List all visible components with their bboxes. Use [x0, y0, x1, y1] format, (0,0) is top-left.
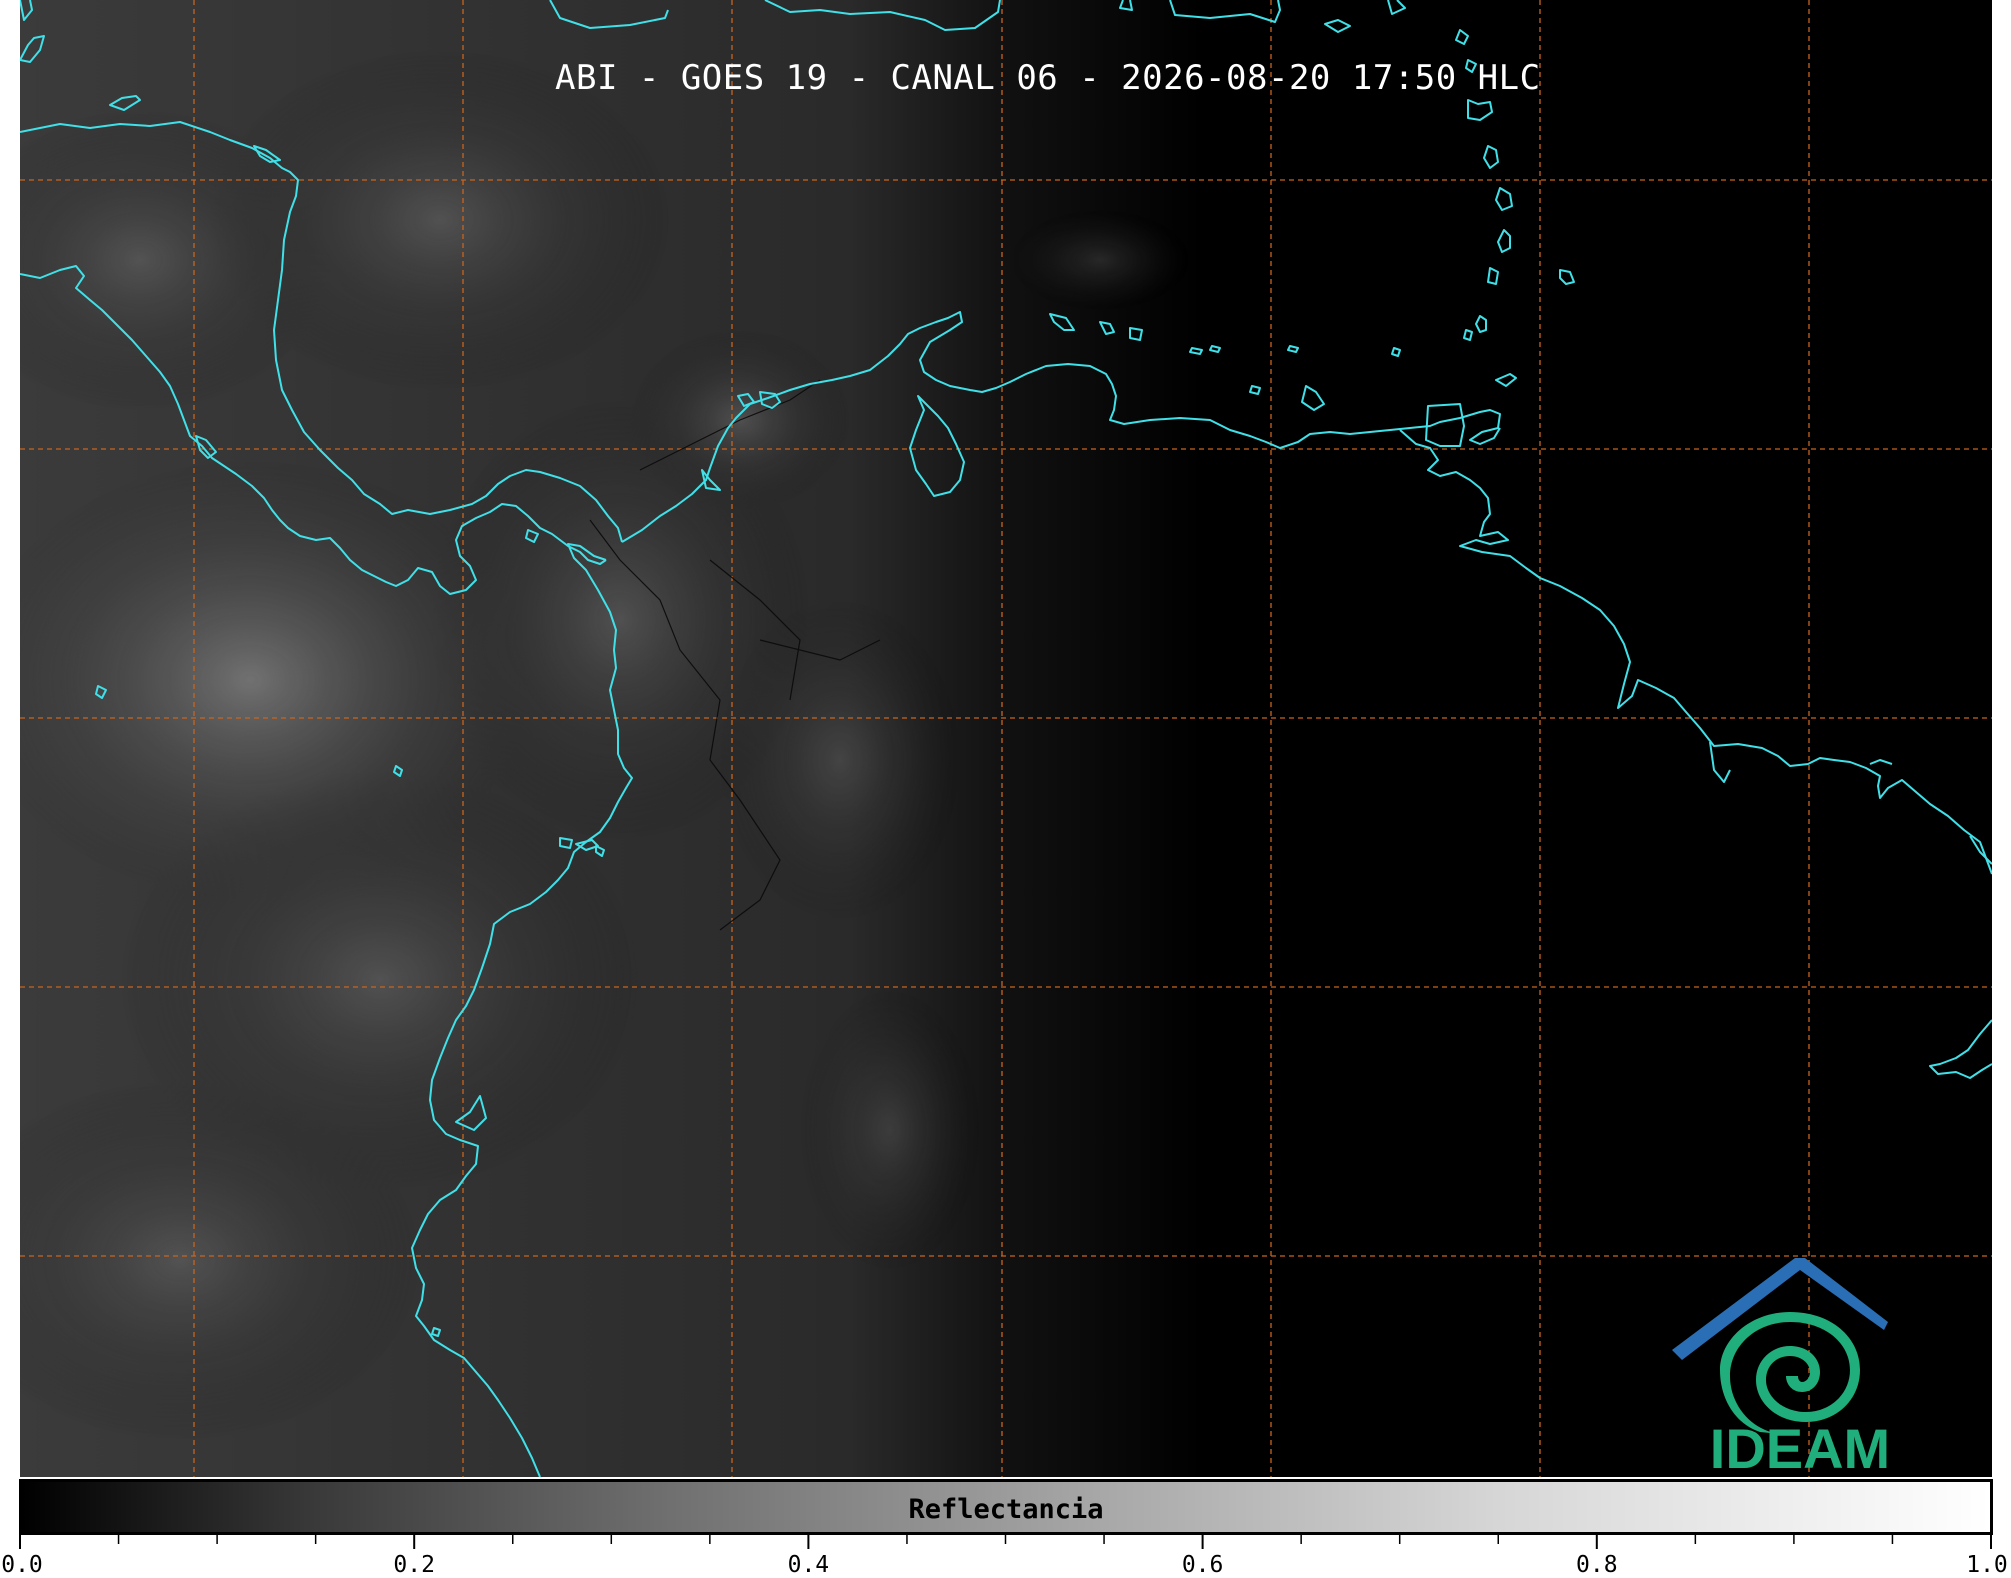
- colorbar-tick-label: 1.0: [1966, 1552, 2008, 1578]
- colorbar-tick-label: 0.6: [1181, 1552, 1224, 1578]
- colorbar-tick-label: 0.0: [1, 1552, 43, 1578]
- colorbar: Reflectancia: [19, 1479, 1993, 1535]
- satellite-map[interactable]: IDEAM ABI - GOES 19 - CANAL 06 - 2026-08…: [20, 0, 1992, 1477]
- colorbar-tick-label: 0.4: [787, 1552, 830, 1578]
- colorbar-tick-label: 0.8: [1576, 1552, 1618, 1578]
- map-title: ABI - GOES 19 - CANAL 06 - 2026-08-20 17…: [555, 58, 1541, 98]
- colorbar-label: Reflectancia: [908, 1494, 1104, 1525]
- logo-text: IDEAM: [1710, 1417, 1890, 1477]
- colorbar-ticks: [19, 1535, 1992, 1549]
- map-canvas: IDEAM: [20, 0, 1992, 1477]
- colorbar-tick-label: 0.2: [393, 1552, 435, 1578]
